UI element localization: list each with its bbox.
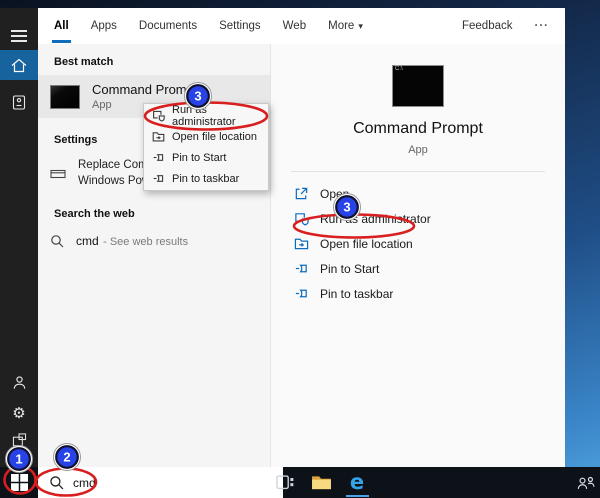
action-run-as-administrator-label: Run as administrator (320, 212, 431, 226)
search-window: ⚙ All Apps Documents Settings Web More ▾… (0, 8, 565, 467)
edge-icon: e (350, 472, 364, 493)
feedback-link[interactable]: Feedback (462, 20, 513, 32)
folder-location-icon (152, 130, 165, 143)
pin-icon (152, 151, 165, 164)
menu-pin-to-start[interactable]: Pin to Start (144, 147, 268, 168)
menu-open-file-location[interactable]: Open file location (144, 126, 268, 147)
people-icon (575, 476, 597, 490)
file-explorer-icon (311, 474, 332, 491)
action-run-as-administrator[interactable]: Run as administrator (294, 206, 565, 231)
pin-icon (294, 286, 309, 301)
menu-pin-to-taskbar[interactable]: Pin to taskbar (144, 168, 268, 189)
search-icon (50, 234, 64, 248)
action-open-file-location-label: Open file location (320, 237, 413, 251)
edge-active-indicator (346, 495, 369, 497)
pin-icon (294, 261, 309, 276)
details-pane: C:\ Command Prompt App Open (270, 44, 565, 467)
best-match-title: Command Prompt (92, 82, 197, 97)
desktop-background: ⚙ All Apps Documents Settings Web More ▾… (0, 0, 600, 498)
action-pin-to-start[interactable]: Pin to Start (294, 256, 565, 281)
search-panel: All Apps Documents Settings Web More ▾ F… (38, 8, 565, 467)
tab-web[interactable]: Web (283, 8, 306, 44)
search-icon (49, 475, 64, 490)
tab-documents[interactable]: Documents (139, 8, 197, 44)
journal-icon[interactable] (0, 88, 38, 116)
menu-run-as-administrator[interactable]: Run as administrator (144, 105, 268, 126)
user-icon[interactable] (0, 368, 38, 396)
action-open-file-location[interactable]: Open file location (294, 231, 565, 256)
file-explorer-button[interactable] (306, 467, 336, 498)
web-hint: - See web results (103, 236, 188, 248)
edge-browser-button[interactable]: e (342, 467, 372, 498)
screenshot-icon[interactable] (0, 426, 38, 454)
more-label: More (328, 20, 354, 32)
web-query: cmd (76, 234, 99, 248)
task-view-button[interactable] (270, 467, 300, 498)
context-menu: Run as administrator Open file location … (143, 103, 269, 191)
menu-pin-to-taskbar-label: Pin to taskbar (172, 173, 239, 185)
action-pin-to-taskbar-label: Pin to taskbar (320, 287, 393, 301)
tab-settings[interactable]: Settings (219, 8, 261, 44)
menu-pin-to-start-label: Pin to Start (172, 152, 226, 164)
tab-apps[interactable]: Apps (91, 8, 117, 44)
best-match-heading: Best match (38, 44, 270, 75)
windows-logo-icon (11, 474, 28, 491)
chevron-down-icon: ▾ (358, 21, 363, 32)
settings-gear-icon[interactable]: ⚙ (0, 399, 38, 427)
details-subtitle: App (271, 144, 565, 156)
details-title: Command Prompt (271, 120, 565, 138)
pin-icon (152, 172, 165, 185)
preview-text: C:\ (393, 66, 443, 73)
action-pin-to-start-label: Pin to Start (320, 262, 379, 276)
run-as-admin-icon (152, 109, 165, 122)
action-open-label: Open (320, 187, 349, 201)
hamburger-menu-icon[interactable] (0, 22, 38, 50)
command-prompt-preview: C:\ (392, 65, 444, 107)
tab-all[interactable]: All (54, 8, 69, 44)
home-icon[interactable] (0, 50, 38, 80)
command-prompt-icon (50, 85, 80, 109)
search-sidebar: ⚙ (0, 8, 38, 467)
taskbar-search-box[interactable]: cmd (38, 467, 283, 498)
web-heading: Search the web (38, 194, 270, 227)
menu-run-as-administrator-label: Run as administrator (172, 104, 260, 128)
action-open[interactable]: Open (294, 181, 565, 206)
tab-more[interactable]: More ▾ (328, 8, 363, 44)
window-settings-icon (50, 167, 66, 181)
overflow-menu-icon[interactable]: ··· (535, 20, 550, 32)
search-filter-tabs: All Apps Documents Settings Web More ▾ F… (38, 8, 565, 44)
people-button[interactable] (572, 467, 600, 498)
action-pin-to-taskbar[interactable]: Pin to taskbar (294, 281, 565, 306)
run-as-admin-icon (294, 211, 309, 226)
taskbar-search-value: cmd (73, 476, 96, 490)
menu-open-file-location-label: Open file location (172, 131, 257, 143)
open-icon (294, 186, 309, 201)
start-button[interactable] (0, 467, 38, 498)
task-view-icon (275, 475, 295, 490)
web-result[interactable]: cmd - See web results (38, 227, 270, 255)
taskbar: cmd e (0, 467, 600, 498)
folder-location-icon (294, 236, 309, 251)
